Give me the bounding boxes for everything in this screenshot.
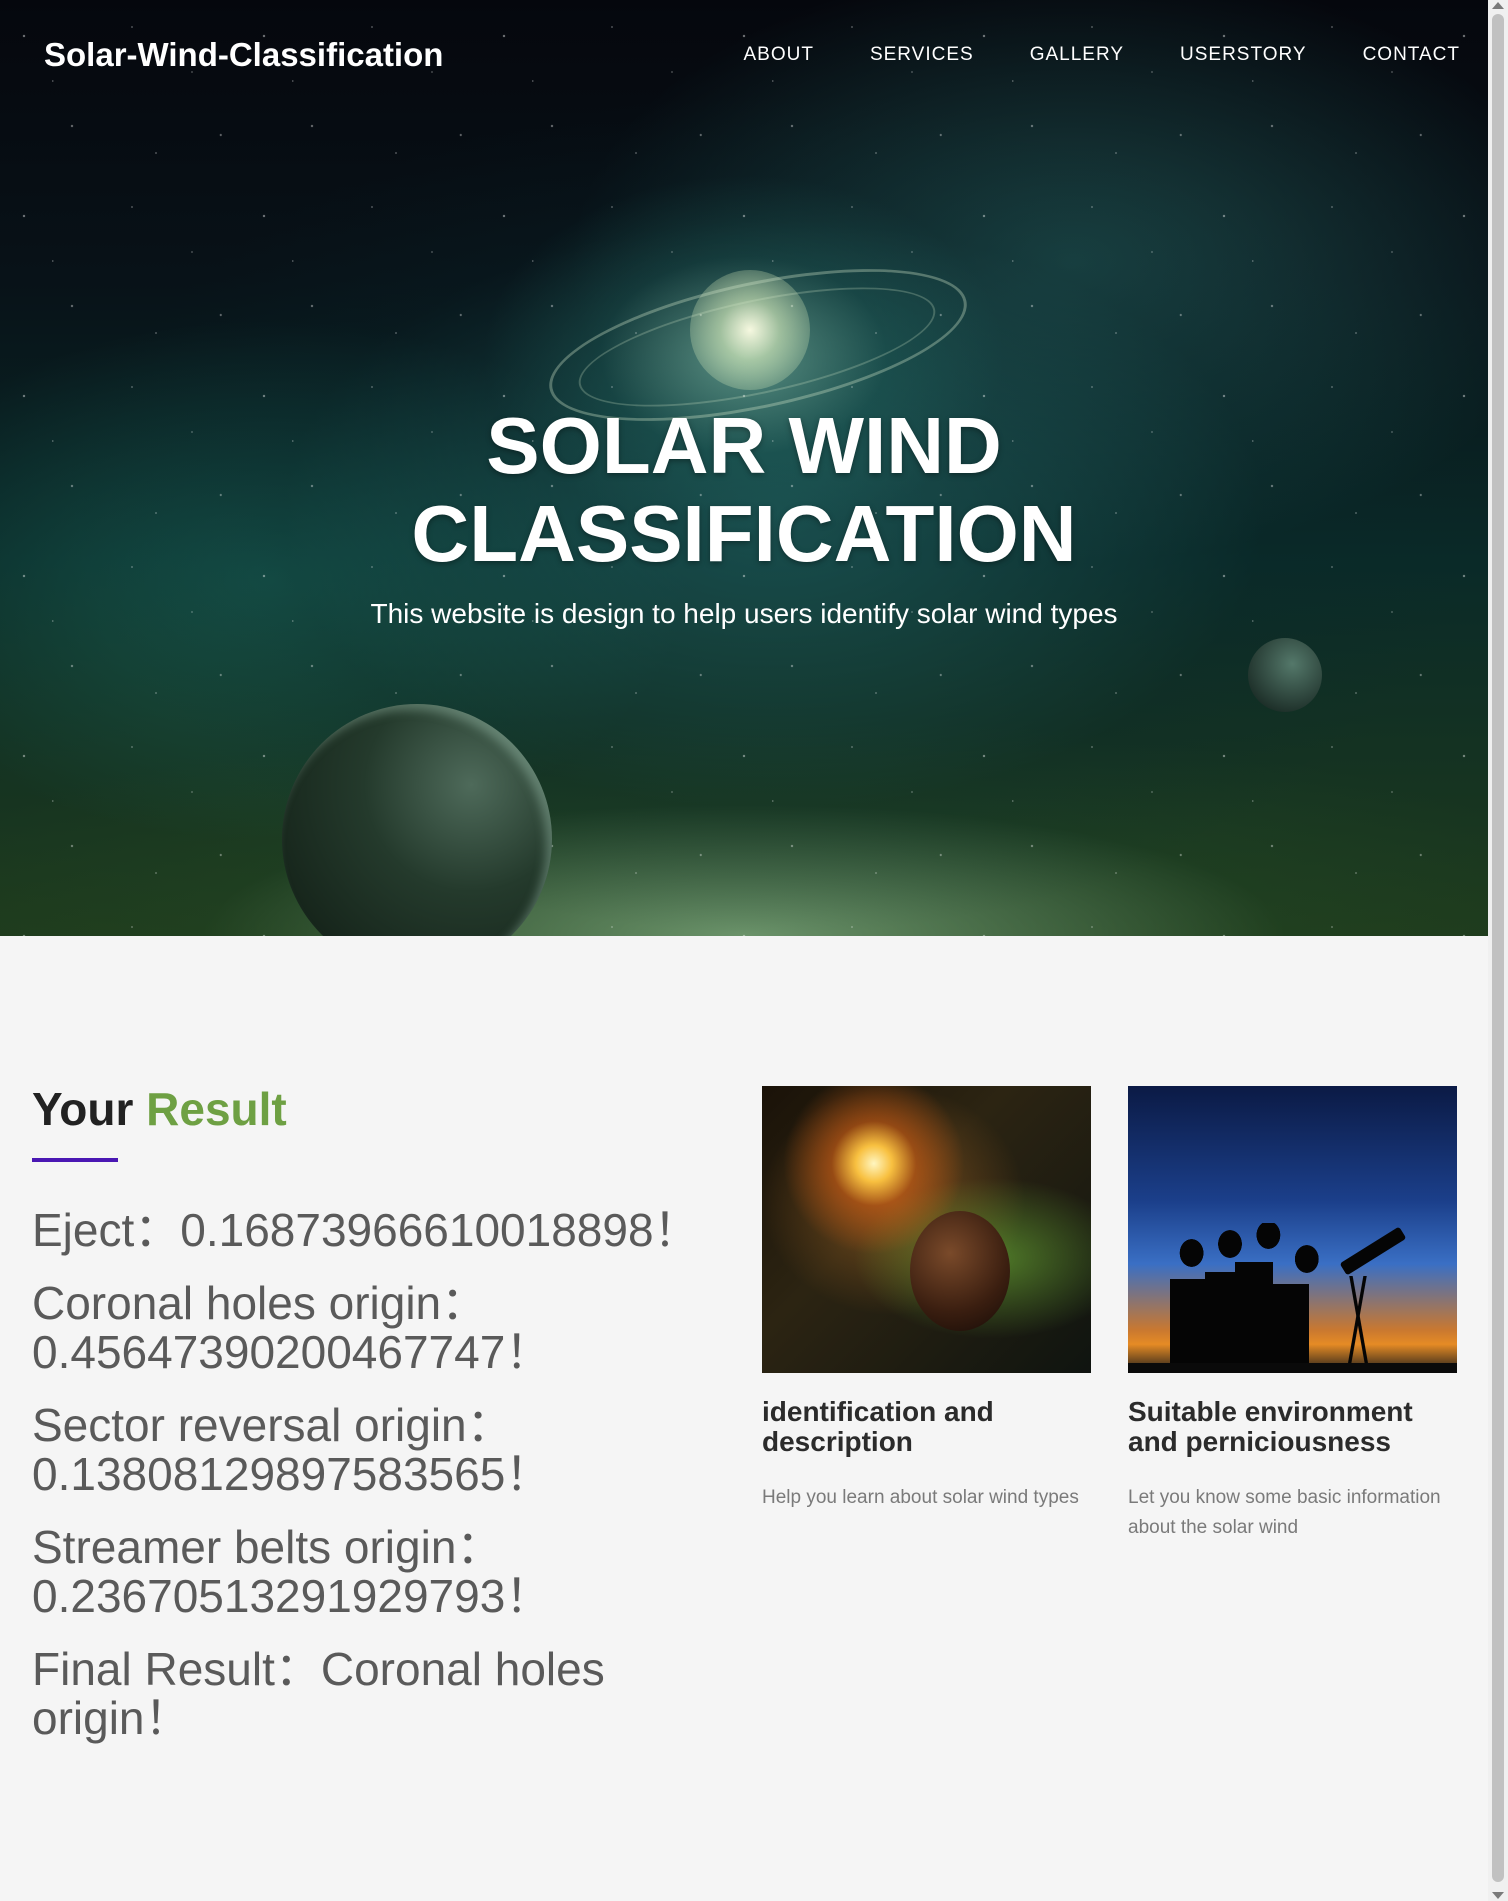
nav-link-contact[interactable]: CONTACT (1363, 44, 1460, 66)
vertical-scrollbar[interactable] (1488, 0, 1508, 1901)
hero-subtitle: This website is design to help users ide… (370, 598, 1118, 629)
heading-underline (32, 1158, 118, 1162)
result-line-streamer-belts: Streamer belts origin：0.2367051329192979… (32, 1521, 552, 1622)
result-line-coronal-holes: Coronal holes origin：0.45647390200467747… (32, 1277, 552, 1378)
stargazers-image (1128, 1086, 1457, 1373)
page: Solar-Wind-Classification ABOUT SERVICES… (0, 0, 1488, 1901)
result-heading-accent: Result (146, 1083, 287, 1135)
result-column: Your Result Eject：0.16873966610018898！ C… (32, 1082, 722, 1767)
hero-section: Solar-Wind-Classification ABOUT SERVICES… (0, 0, 1488, 936)
nav-link-gallery[interactable]: GALLERY (1030, 44, 1124, 66)
hero-title-line2: CLASSIFICATION (411, 489, 1077, 578)
result-heading: Your Result (32, 1082, 722, 1136)
result-line-sector-reversal: Sector reversal origin：0.138081298975835… (32, 1399, 552, 1500)
result-line-final: Final Result：Coronal holes origin！ (32, 1643, 605, 1744)
nav-link-about[interactable]: ABOUT (744, 44, 814, 66)
nav-link-services[interactable]: SERVICES (870, 44, 974, 66)
ground-silhouette (1128, 1363, 1457, 1373)
navbar: Solar-Wind-Classification ABOUT SERVICES… (0, 0, 1488, 116)
scrollbar-thumb[interactable] (1492, 14, 1504, 1882)
scroll-down-icon[interactable] (1492, 1892, 1504, 1899)
nav-link-userstory[interactable]: USERSTORY (1180, 44, 1307, 66)
service-card-identification: identification and description Help you … (762, 1086, 1091, 1513)
nav-links: ABOUT SERVICES GALLERY USERSTORY CONTACT (744, 44, 1461, 66)
result-line-eject: Eject：0.16873966610018898！ (32, 1204, 700, 1256)
card-title: identification and description (762, 1396, 994, 1457)
planet-illustration (910, 1211, 1010, 1331)
tripod-silhouette (1338, 1276, 1378, 1372)
service-card-environment: Suitable environment and perniciousness … (1128, 1086, 1457, 1543)
brand-link[interactable]: Solar-Wind-Classification (44, 36, 443, 74)
result-heading-prefix: Your (32, 1083, 134, 1135)
result-lines: Eject：0.16873966610018898！ Coronal holes… (32, 1206, 722, 1743)
card-text: Help you learn about solar wind types (762, 1487, 1079, 1508)
hero-title: SOLAR WIND CLASSIFICATION (0, 402, 1488, 578)
card-text: Let you know some basic information abou… (1128, 1487, 1441, 1538)
hero-title-line1: SOLAR WIND (486, 401, 1002, 490)
card-title: Suitable environment and perniciousness (1128, 1396, 1413, 1457)
solar-wind-image (762, 1086, 1091, 1373)
scroll-up-icon[interactable] (1492, 2, 1504, 9)
small-planet-image (1248, 638, 1322, 712)
